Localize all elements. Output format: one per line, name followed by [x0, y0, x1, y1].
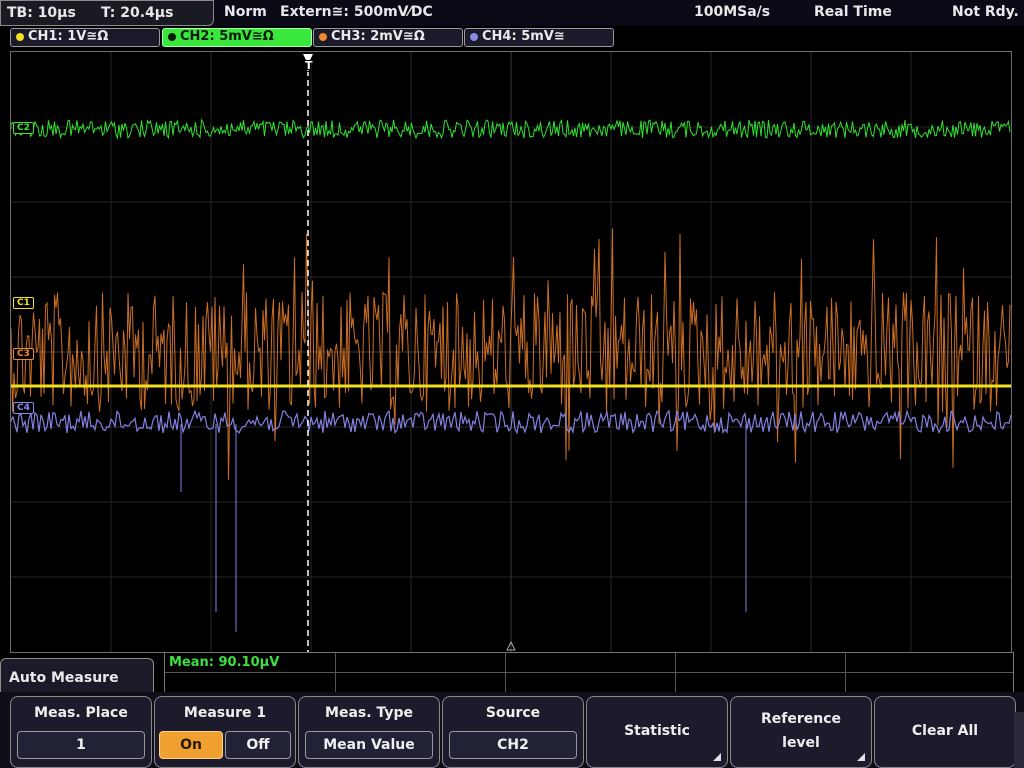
waveform-display[interactable]: C2 C1 C3 C4 T [10, 51, 1012, 653]
meas-divider [335, 653, 336, 693]
reference-level-softkey[interactable]: Reference level [730, 696, 872, 768]
waveform-svg [11, 52, 1011, 652]
measure-on-button[interactable]: On [159, 731, 223, 759]
trigger-source[interactable]: Extern≅: 500mV⁄DC [280, 4, 433, 20]
ch4-offset-marker[interactable]: C4 [13, 402, 34, 414]
source-softkey[interactable]: Source CH2 [442, 696, 584, 768]
timebase-box[interactable]: TB: 10µs T: 20.4µs [0, 0, 214, 26]
ch2-offset-marker[interactable]: C2 [13, 122, 34, 134]
source-title: Source [485, 705, 541, 721]
trigger-mode[interactable]: Norm [224, 4, 267, 20]
tab-ch1[interactable]: CH1: 1V≅Ω [10, 28, 160, 47]
meas-divider [505, 653, 506, 693]
trigger-state: Not Rdy. [952, 4, 1019, 20]
submenu-indicator-icon [713, 753, 721, 761]
meas-divider [845, 653, 846, 693]
statistic-softkey[interactable]: Statistic [586, 696, 728, 768]
tab-ch2[interactable]: CH2: 5mV≅Ω [162, 28, 312, 47]
statistic-title: Statistic [624, 723, 690, 739]
ch4-label: CH4: 5mV≅ [482, 29, 565, 44]
source-value[interactable]: CH2 [449, 731, 577, 759]
ch3-offset-marker[interactable]: C3 [13, 348, 34, 360]
tab-ch4[interactable]: CH4: 5mV≅ [464, 28, 614, 47]
meas-type-softkey[interactable]: Meas. Type Mean Value [298, 696, 440, 768]
trigger-position-marker[interactable]: T [301, 60, 317, 72]
measure-1-title: Measure 1 [183, 705, 267, 721]
submenu-indicator-icon [857, 753, 865, 761]
clear-all-title: Clear All [911, 723, 979, 739]
ch3-label: CH3: 2mV≅Ω [331, 29, 425, 44]
trigger-time-readout: T: 20.4µs [101, 5, 174, 21]
menu-title: Auto Measure [9, 670, 119, 686]
ch4-color-dot [470, 33, 478, 41]
ch1-offset-marker[interactable]: C1 [13, 297, 34, 309]
ch1-label: CH1: 1V≅Ω [28, 29, 109, 44]
meas-place-title: Meas. Place [34, 705, 128, 721]
ch2-color-dot [168, 33, 176, 41]
ch3-color-dot [319, 33, 327, 41]
meas-place-value[interactable]: 1 [17, 731, 145, 759]
mean-readout: Mean: 90.10µV [169, 655, 280, 670]
ch1-color-dot [16, 33, 24, 41]
meas-place-softkey[interactable]: Meas. Place 1 [10, 696, 152, 768]
acquisition-mode: Real Time [814, 4, 892, 20]
ch2-label: CH2: 5mV≅Ω [180, 29, 274, 44]
reference-level-title-1: Reference [760, 711, 842, 727]
sample-rate: 100MSa/s [694, 4, 771, 20]
meas-divider [675, 653, 676, 693]
clear-all-softkey[interactable]: Clear All [874, 696, 1016, 768]
timebase-readout: TB: 10µs [7, 5, 76, 21]
status-bar: TB: 10µs T: 20.4µs Norm Extern≅: 500mV⁄D… [0, 0, 1024, 26]
meas-type-value[interactable]: Mean Value [305, 731, 433, 759]
tab-ch3[interactable]: CH3: 2mV≅Ω [313, 28, 463, 47]
panel-scroll-edge[interactable] [1014, 712, 1024, 768]
reference-level-title-2: level [782, 735, 820, 751]
channel-tabs: CH1: 1V≅Ω CH2: 5mV≅Ω CH3: 2mV≅Ω CH4: 5mV… [0, 26, 1024, 48]
meas-type-title: Meas. Type [325, 705, 413, 721]
meas-divider [165, 672, 1013, 673]
measure-1-softkey[interactable]: Measure 1 On Off [154, 696, 296, 768]
measurement-strip: Mean: 90.10µV [164, 652, 1014, 694]
measure-off-button[interactable]: Off [225, 731, 291, 759]
